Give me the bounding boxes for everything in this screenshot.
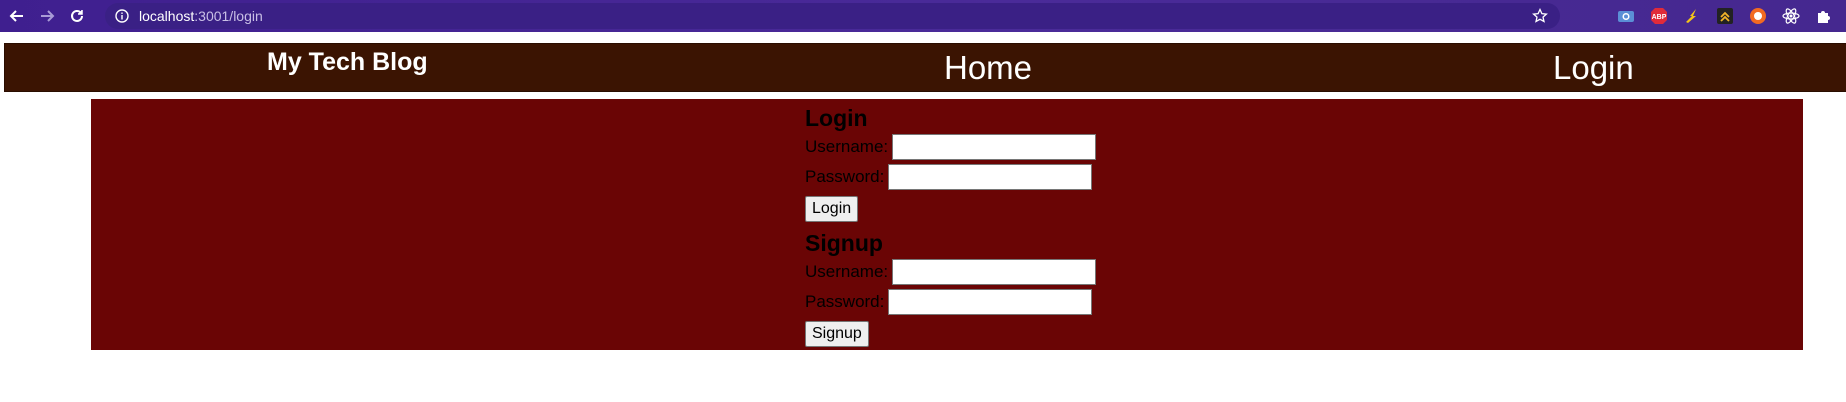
- site-header: My Tech Blog Home Login: [4, 43, 1846, 92]
- adblock-icon[interactable]: ABP: [1649, 6, 1669, 26]
- login-password-label: Password:: [805, 167, 885, 186]
- bookmark-star-icon[interactable]: [1532, 8, 1548, 24]
- signup-username-input[interactable]: [892, 259, 1097, 285]
- login-username-row: Username:: [805, 132, 1097, 162]
- browser-toolbar: localhost:3001/login ABP: [0, 0, 1846, 32]
- arrow-right-icon: [41, 10, 55, 22]
- arrow-left-icon: [9, 10, 23, 22]
- chevrons-up-icon[interactable]: [1715, 6, 1735, 26]
- extensions-bar: ABP: [1616, 6, 1834, 26]
- nav-home-link[interactable]: Home: [944, 49, 1032, 87]
- brave-icon[interactable]: [1748, 6, 1768, 26]
- login-password-row: Password:: [805, 162, 1096, 192]
- react-icon[interactable]: [1781, 6, 1801, 26]
- signup-form: Signup Username: Password: Signup: [805, 229, 1097, 350]
- signup-submit-button[interactable]: Signup: [805, 320, 869, 347]
- reload-icon: [71, 9, 83, 22]
- login-submit-button[interactable]: Login: [805, 195, 859, 222]
- signup-password-row: Password:: [805, 287, 1096, 317]
- signup-button-row: Signup: [805, 317, 1096, 350]
- url-host: localhost: [139, 8, 195, 24]
- login-form: Login Username: Password: Login: [805, 104, 1097, 225]
- signup-password-input[interactable]: [888, 289, 1093, 315]
- signup-title: Signup: [805, 230, 883, 256]
- login-username-input[interactable]: [892, 134, 1097, 160]
- camera-icon[interactable]: [1616, 6, 1636, 26]
- reload-button[interactable]: [62, 0, 92, 32]
- signup-username-row: Username:: [805, 257, 1097, 287]
- address-bar[interactable]: localhost:3001/login: [105, 3, 1560, 29]
- url-text[interactable]: localhost:3001/login: [139, 8, 263, 24]
- login-username-label: Username:: [805, 137, 889, 156]
- site-brand: My Tech Blog: [267, 48, 428, 76]
- back-button[interactable]: [2, 0, 32, 32]
- login-button-row: Login: [805, 192, 1096, 225]
- info-icon[interactable]: [115, 9, 129, 23]
- lightning-icon[interactable]: [1682, 6, 1702, 26]
- puzzle-icon[interactable]: [1814, 6, 1834, 26]
- forward-button[interactable]: [32, 0, 62, 32]
- signup-password-label: Password:: [805, 292, 885, 311]
- auth-forms: Login Username: Password: Login Signup U…: [805, 104, 1097, 350]
- signup-username-label: Username:: [805, 262, 889, 281]
- main-content: Login Username: Password: Login Signup U…: [91, 99, 1803, 350]
- nav-login-link[interactable]: Login: [1553, 49, 1634, 87]
- url-path: :3001/login: [194, 8, 263, 24]
- login-title: Login: [805, 105, 868, 131]
- svg-text:ABP: ABP: [1652, 14, 1667, 21]
- login-password-input[interactable]: [888, 164, 1093, 190]
